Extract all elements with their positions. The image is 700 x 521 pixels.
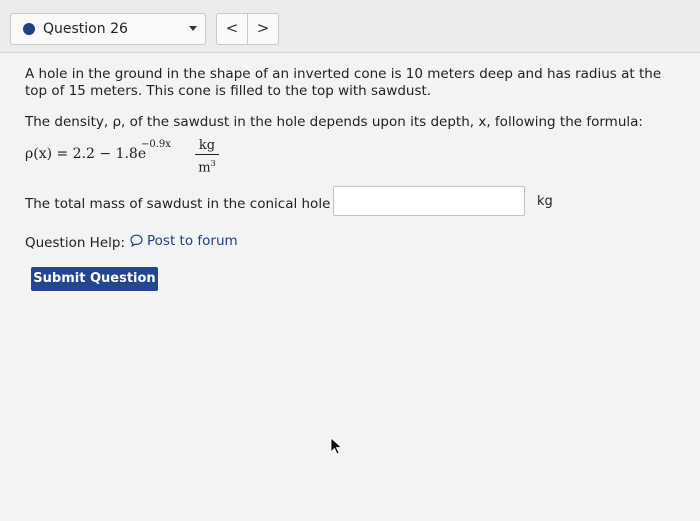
chevron-right-icon: > — [256, 19, 270, 37]
post-to-forum-link[interactable]: Post to forum — [130, 233, 238, 249]
submit-question-button[interactable]: Submit Question — [31, 267, 158, 291]
question-selector-label: Question 26 — [43, 21, 128, 37]
question-toolbar: Question 26 < > — [0, 0, 700, 53]
density-description: The density, ρ, of the sawdust in the ho… — [25, 114, 643, 130]
answer-prompt: The total mass of sawdust in the conical… — [25, 196, 351, 212]
problem-statement: A hole in the ground in the shape of an … — [25, 66, 662, 99]
fraction-bar — [195, 154, 219, 155]
formula-unit: kg m3 — [195, 138, 219, 175]
formula-exponent: −0.9x — [141, 139, 171, 150]
unit-numerator: kg — [198, 138, 216, 153]
speech-bubble-icon — [130, 234, 143, 247]
question-selector[interactable]: Question 26 — [10, 13, 206, 45]
answer-input[interactable] — [333, 186, 525, 216]
question-help-label: Question Help: — [25, 235, 125, 251]
caret-down-icon — [189, 26, 197, 31]
chevron-left-icon: < — [225, 19, 239, 37]
mouse-cursor-icon — [330, 437, 343, 455]
unit-denominator-power: 3 — [210, 159, 216, 168]
formula-expression: ρ(x) = 2.2 − 1.8e — [25, 146, 147, 162]
previous-question-button[interactable]: < — [216, 13, 248, 45]
answer-unit: kg — [537, 194, 553, 209]
next-question-button[interactable]: > — [247, 13, 279, 45]
post-to-forum-label: Post to forum — [147, 233, 238, 249]
question-body: A hole in the ground in the shape of an … — [0, 53, 700, 521]
unit-denominator: m3 — [198, 159, 216, 176]
status-dot-icon — [23, 23, 35, 35]
